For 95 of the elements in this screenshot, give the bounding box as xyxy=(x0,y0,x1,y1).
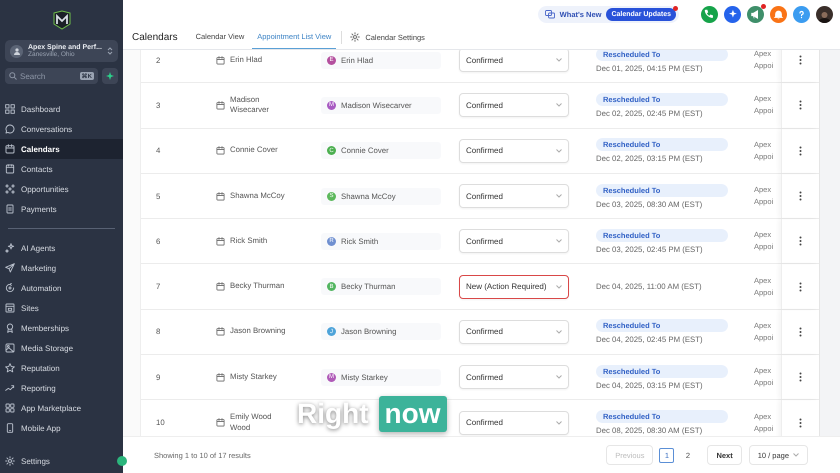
caret-icon xyxy=(556,148,562,153)
user-avatar[interactable] xyxy=(816,6,833,23)
sidebar-item[interactable]: Payments xyxy=(0,199,123,219)
more-options-icon[interactable] xyxy=(799,191,802,202)
more-options-icon[interactable] xyxy=(799,146,802,156)
more-options-icon[interactable] xyxy=(799,326,802,337)
search-input[interactable]: Search xyxy=(20,72,77,80)
calendar-icon xyxy=(216,146,225,156)
sidebar-item[interactable]: Settings xyxy=(0,451,113,471)
person-silhouette-icon xyxy=(818,10,831,23)
calendar-icon xyxy=(216,56,225,65)
refresh-icon xyxy=(5,283,15,293)
more-options-icon[interactable] xyxy=(799,236,802,246)
sidebar-item[interactable]: Media Storage xyxy=(0,338,123,358)
sparkle-icon xyxy=(5,243,15,253)
caret-icon xyxy=(556,420,562,425)
bell-button[interactable] xyxy=(770,6,787,23)
sidebar-item[interactable]: Opportunities xyxy=(0,179,123,199)
award-icon xyxy=(5,323,15,333)
person-icon xyxy=(12,47,20,55)
contact-card-icon xyxy=(5,164,15,174)
calendar-icon xyxy=(216,282,225,292)
calendar-icon xyxy=(216,327,225,336)
caret-icon xyxy=(556,103,562,108)
phone-button[interactable] xyxy=(701,6,718,23)
chat-bubble-icon xyxy=(544,10,555,19)
calendar-icon xyxy=(5,144,15,154)
notification-dot xyxy=(761,4,766,9)
status-dropdown[interactable]: Confirmed xyxy=(459,229,569,254)
paper-plane-icon xyxy=(5,263,15,273)
scrollbar-track[interactable] xyxy=(819,50,840,436)
status-dropdown[interactable]: Confirmed xyxy=(459,365,569,390)
logo-icon xyxy=(52,10,70,30)
sidebar-item[interactable]: Reputation xyxy=(0,358,123,378)
caption-word: now xyxy=(378,396,447,432)
webpage-icon xyxy=(5,303,15,313)
sidebar-item[interactable]: Calendars xyxy=(0,139,123,159)
apps-grid-icon xyxy=(5,403,15,413)
caret-icon xyxy=(556,194,562,198)
status-dropdown[interactable]: Confirmed xyxy=(459,138,569,163)
gear-icon xyxy=(5,456,15,466)
collapse-button[interactable] xyxy=(117,456,127,466)
trend-line-icon xyxy=(5,383,15,393)
sidebar-item[interactable]: Automation xyxy=(0,278,123,298)
chat-bubble-icon xyxy=(5,124,15,134)
more-options-icon[interactable] xyxy=(799,282,802,292)
caret-icon xyxy=(556,239,562,244)
search-icon xyxy=(9,72,17,80)
sidebar-item[interactable]: Memberships xyxy=(0,318,123,338)
sidebar-item[interactable]: App Marketplace xyxy=(0,398,123,418)
caret-icon xyxy=(556,58,562,62)
status-dropdown[interactable]: New (Action Required) xyxy=(459,274,569,299)
sparkle-button[interactable] xyxy=(102,68,118,84)
help-button[interactable] xyxy=(793,6,810,23)
sidebar-item[interactable]: Mobile App xyxy=(0,418,123,438)
sidebar-item[interactable]: Sites xyxy=(0,298,123,318)
star-icon xyxy=(5,363,15,373)
gear-icon xyxy=(350,32,360,42)
sparkle-icon xyxy=(106,72,114,80)
sidebar-item[interactable]: Contacts xyxy=(0,159,123,179)
sidebar-item[interactable]: Marketing xyxy=(0,258,123,278)
more-options-icon[interactable] xyxy=(799,55,802,66)
more-options-icon[interactable] xyxy=(799,372,802,382)
more-options-icon[interactable] xyxy=(799,418,802,428)
up-down-chevron-icon xyxy=(107,46,113,56)
status-dropdown[interactable]: Confirmed xyxy=(459,93,569,118)
sidebar-item[interactable]: Conversations xyxy=(0,119,123,139)
calendar-icon xyxy=(216,372,225,382)
calendar-icon xyxy=(216,192,225,201)
status-dropdown[interactable]: Confirmed xyxy=(459,184,569,208)
nodes-icon xyxy=(5,184,15,194)
caption-word: Right xyxy=(291,396,375,432)
page-title: Calendars xyxy=(132,32,178,43)
status-dropdown[interactable]: Confirmed xyxy=(459,50,569,72)
calendar-icon xyxy=(216,418,225,428)
caret-icon xyxy=(793,453,799,457)
status-dropdown[interactable]: Confirmed xyxy=(459,320,569,344)
phone-device-icon xyxy=(5,423,15,433)
receipt-icon xyxy=(5,204,15,214)
status-dropdown[interactable]: Confirmed xyxy=(459,410,569,435)
caret-icon xyxy=(556,330,562,334)
sidebar-item[interactable]: AI Agents xyxy=(0,238,123,258)
image-icon xyxy=(5,343,15,353)
caret-icon xyxy=(556,284,562,289)
caret-icon xyxy=(556,375,562,380)
calendar-icon xyxy=(216,100,225,110)
phone-icon xyxy=(703,8,716,21)
sidebar-item[interactable]: Reporting xyxy=(0,378,123,398)
sidebar-item[interactable]: Dashboard xyxy=(0,99,123,119)
sparkle-button[interactable] xyxy=(724,6,741,23)
megaphone-button[interactable] xyxy=(747,6,764,23)
grid-icon xyxy=(5,104,15,114)
more-options-icon[interactable] xyxy=(799,100,802,110)
calendar-icon xyxy=(216,236,225,246)
bell-icon xyxy=(772,8,785,21)
